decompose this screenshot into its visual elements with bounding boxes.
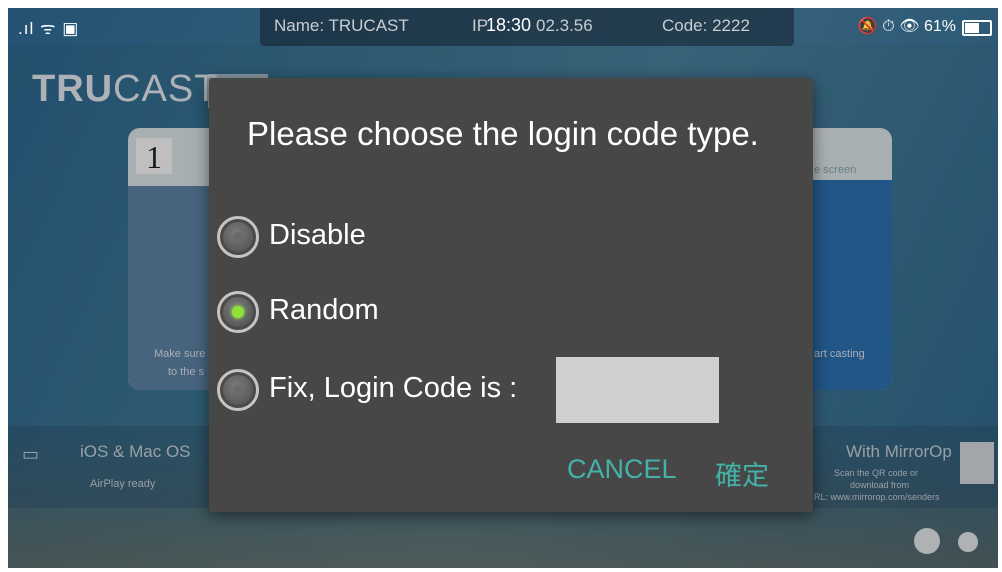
fixed-login-code-input[interactable] xyxy=(556,357,719,423)
option-disable[interactable]: Disable xyxy=(217,214,757,264)
receiver-name: Name: TRUCAST xyxy=(274,16,409,35)
status-icons: 🔕 ⏱ 👁 61% xyxy=(858,16,956,36)
radio-disable[interactable] xyxy=(217,216,259,258)
dialog-title: Please choose the login code type. xyxy=(247,115,759,152)
battery-percent: 61% xyxy=(923,18,956,35)
option-random[interactable]: Random xyxy=(217,289,757,339)
notification-status-icons: 🔕 ⏱ 👁 xyxy=(857,18,920,35)
signal-wifi-icons: .ıl ᯤ ▣ xyxy=(18,19,80,38)
login-code-dialog: Please choose the login code type. Disab… xyxy=(209,78,813,512)
clock: 18:30 xyxy=(486,15,532,35)
device-screen: .ıl ᯤ ▣ Name: TRUCAST IP 02.3.56 Code: 2… xyxy=(8,8,998,568)
radio-fix[interactable] xyxy=(217,369,259,411)
option-random-label: Random xyxy=(269,294,379,326)
battery-icon xyxy=(962,20,992,36)
receiver-code: Code: 2222 xyxy=(662,16,750,35)
radio-random[interactable] xyxy=(217,291,259,333)
receiver-ip-tail: 02.3.56 xyxy=(536,16,593,35)
option-disable-label: Disable xyxy=(269,219,366,251)
cancel-button[interactable]: CANCEL xyxy=(567,454,677,485)
option-fix-label: Fix, Login Code is : xyxy=(269,372,518,404)
confirm-button[interactable]: 確定 xyxy=(715,454,769,493)
status-bar: .ıl ᯤ ▣ Name: TRUCAST IP 02.3.56 Code: 2… xyxy=(8,8,998,46)
